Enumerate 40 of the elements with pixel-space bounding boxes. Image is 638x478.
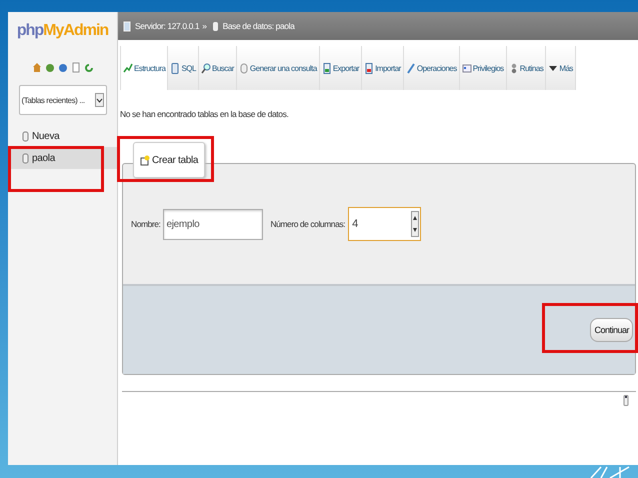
dropdown-caret-icon[interactable] — [94, 93, 104, 107]
new-table-icon — [140, 154, 150, 166]
input-field[interactable]: ejemplo — [163, 208, 264, 240]
field-label: Nombre: — [131, 219, 160, 229]
tab[interactable]: Exportar — [320, 46, 362, 90]
tab[interactable]: SQL — [168, 46, 199, 90]
tab[interactable]: Rutinas — [506, 46, 546, 90]
continue-button[interactable]: Continuar — [590, 318, 633, 342]
database-link[interactable]: Base de datos: paola — [222, 21, 294, 31]
server-icon — [122, 20, 132, 32]
legend-text: Crear tabla — [152, 154, 198, 166]
database-icon — [20, 130, 30, 142]
document-icon[interactable] — [70, 62, 80, 73]
logo[interactable]: phpMyAdmin — [16, 22, 108, 40]
tab[interactable]: Más — [546, 46, 576, 90]
tab[interactable]: Importar — [362, 46, 404, 90]
console-icon[interactable] — [621, 395, 631, 406]
card-icon — [462, 62, 472, 74]
export-icon — [322, 62, 332, 74]
info-message: No se han encontrado tablas en la base de datos. — [120, 109, 290, 119]
spinner-arrows-icon[interactable] — [411, 211, 420, 237]
database-icon — [20, 152, 30, 164]
field-label: Número de columnas: — [270, 219, 346, 229]
document-icon — [170, 62, 180, 74]
recent-tables-select[interactable]: (Tablas recientes) ... — [18, 85, 106, 115]
tab[interactable]: Privilegios — [460, 46, 507, 90]
tab[interactable]: Buscar — [198, 46, 237, 90]
reload-icon[interactable] — [84, 62, 94, 73]
import-icon — [364, 62, 374, 74]
breadcrumb-separator: » — [202, 21, 207, 31]
tree-item[interactable]: Nueva — [8, 125, 117, 147]
server-link[interactable]: Servidor: 127.0.0.1 — [135, 21, 200, 31]
home-icon[interactable] — [32, 62, 42, 73]
structure-icon — [123, 62, 133, 74]
tab[interactable]: Generar una consulta — [236, 46, 320, 90]
number-field[interactable]: 4 — [348, 207, 422, 241]
tab[interactable]: Operaciones — [404, 46, 460, 90]
cylinder-icon — [238, 62, 249, 74]
tab[interactable]: Estructura — [120, 46, 168, 90]
search-icon — [200, 62, 211, 74]
